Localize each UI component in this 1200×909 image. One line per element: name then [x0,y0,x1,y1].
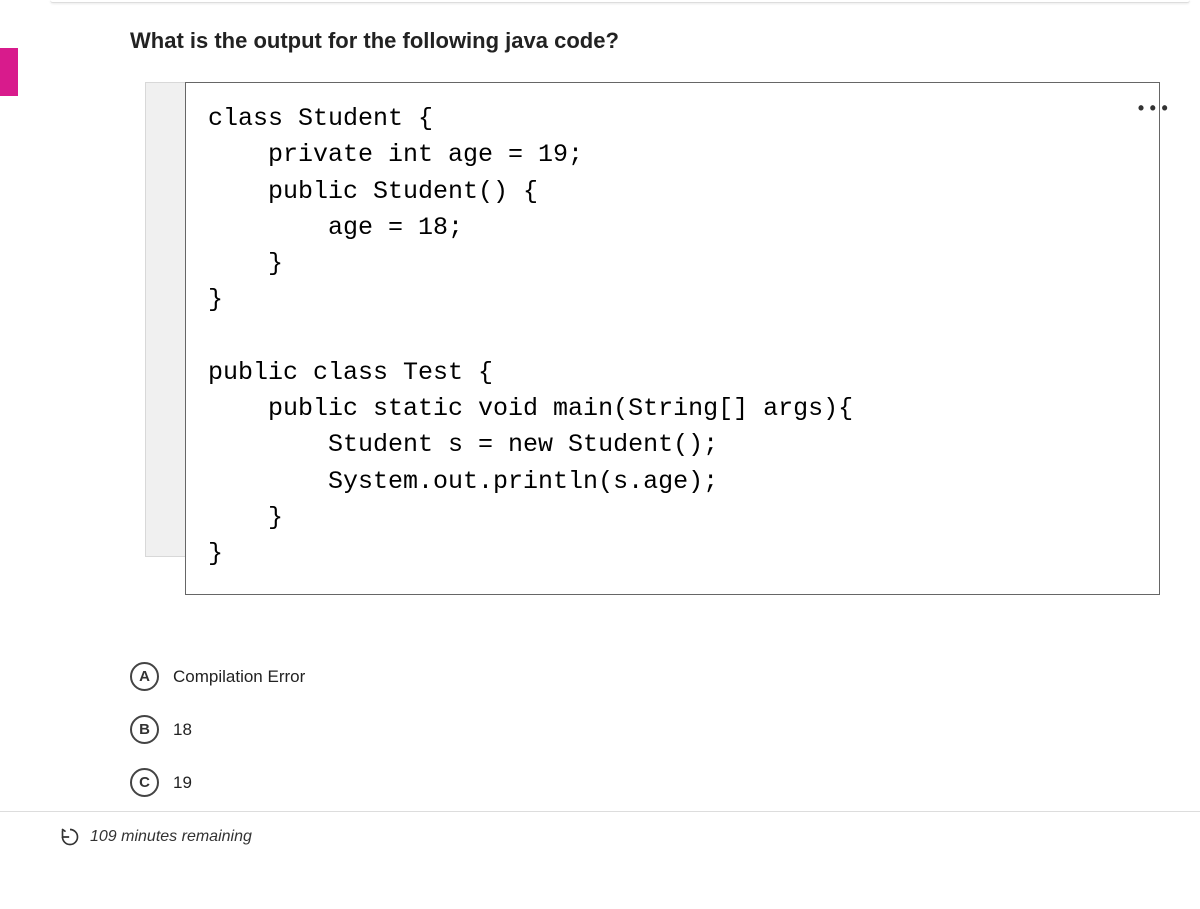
option-a[interactable]: A Compilation Error [130,650,1160,703]
code-gutter [145,82,185,557]
code-area: class Student { private int age = 19; pu… [150,82,1160,595]
option-c[interactable]: C 19 [130,756,1160,809]
option-letter: C [130,768,159,797]
option-letter: B [130,715,159,744]
question-title: What is the output for the following jav… [130,28,1160,54]
option-text: 19 [173,773,192,793]
code-box: class Student { private int age = 19; pu… [185,82,1160,595]
content-area: What is the output for the following jav… [130,3,1160,862]
more-icon[interactable]: ••• [1136,97,1171,123]
code-text: class Student { private int age = 19; pu… [208,104,853,568]
option-b[interactable]: B 18 [130,703,1160,756]
page: What is the output for the following jav… [0,3,1200,862]
footer-bar: 109 minutes remaining [0,811,1200,862]
question-accent-tab [0,48,18,96]
timer-icon [60,827,80,847]
option-text: Compilation Error [173,667,305,687]
time-remaining-text: 109 minutes remaining [90,828,252,846]
option-letter: A [130,662,159,691]
option-text: 18 [173,720,192,740]
